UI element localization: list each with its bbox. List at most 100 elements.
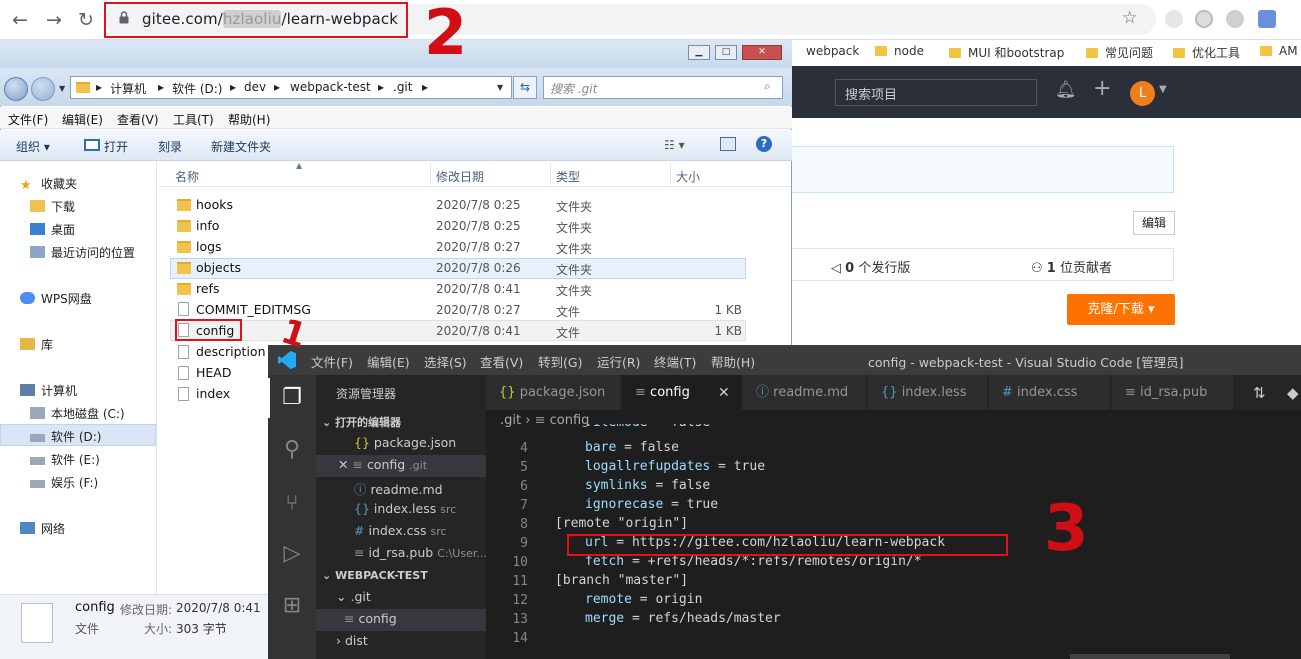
breadcrumb-dev[interactable]: dev	[244, 80, 266, 94]
close-icon[interactable]: ✕	[718, 385, 730, 401]
vs-menu-view[interactable]: 查看(V)	[480, 352, 523, 371]
bell-icon[interactable]: 🔔︎	[1055, 80, 1077, 100]
horizontal-scrollbar[interactable]	[1070, 654, 1230, 659]
minimize-button[interactable]: ▁	[688, 45, 710, 60]
breadcrumb-git[interactable]: .git	[393, 80, 412, 94]
menu-edit[interactable]: 编辑(E)	[62, 111, 103, 128]
vs-menu-selection[interactable]: 选择(S)	[424, 352, 467, 371]
extension-icon[interactable]	[1226, 10, 1244, 28]
vs-menu-edit[interactable]: 编辑(E)	[367, 352, 410, 371]
code-line[interactable]: bare = false	[585, 440, 679, 455]
tab-id-rsa[interactable]: ≡ id_rsa.pub	[1112, 375, 1234, 410]
tree-folder-dist[interactable]: › dist	[336, 633, 368, 648]
extensions-icon[interactable]: ⊞	[280, 594, 304, 618]
vs-menu-file[interactable]: 文件(F)	[311, 352, 353, 371]
open-editor-item[interactable]: {} index.less src	[354, 501, 456, 516]
burn-button[interactable]: 刻录	[158, 138, 182, 155]
open-editor-item[interactable]: # index.css src	[354, 523, 447, 538]
vs-menu-help[interactable]: 帮助(H)	[711, 352, 755, 371]
nav-network[interactable]: 网络	[20, 520, 65, 537]
git-action-icon[interactable]: ◆	[1287, 384, 1299, 402]
vs-menu-run[interactable]: 运行(R)	[597, 352, 640, 371]
nav-computer[interactable]: 计算机	[20, 382, 77, 399]
column-name[interactable]: 名称	[175, 168, 199, 185]
explorer-search-input[interactable]: 搜索 .git	[543, 76, 783, 99]
refresh-icon[interactable]: ⇆	[513, 76, 537, 99]
help-icon[interactable]: ?	[756, 136, 772, 152]
code-line[interactable]: merge = refs/heads/master	[585, 611, 781, 626]
breadcrumb-separator[interactable]: ▸	[378, 80, 384, 94]
project-header[interactable]: ⌄ WEBPACK-TEST	[322, 569, 428, 582]
tab-package-json[interactable]: {} package.json	[486, 375, 621, 410]
reload-icon[interactable]: ↻	[74, 8, 98, 32]
releases-stat[interactable]: ◁ 0 个发行版	[831, 257, 910, 276]
tree-folder-git[interactable]: ⌄ .git	[336, 589, 371, 604]
chevron-down-icon[interactable]: ▼	[1159, 84, 1167, 95]
code-line[interactable]: [remote "origin"]	[555, 516, 688, 531]
file-name[interactable]: index	[196, 386, 230, 401]
open-editor-item[interactable]: ≡ id_rsa.pub C:\User...	[354, 545, 487, 560]
forward-icon[interactable]: →	[42, 8, 66, 32]
forward-icon[interactable]	[31, 77, 55, 101]
breadcrumb-drive[interactable]: 软件 (D:)	[172, 80, 222, 97]
menu-help[interactable]: 帮助(H)	[228, 111, 270, 128]
bookmark-item[interactable]: 优化工具	[1173, 44, 1240, 61]
nav-library[interactable]: 库	[20, 336, 53, 353]
clone-download-button[interactable]: 克隆/下载 ▾	[1067, 294, 1175, 325]
code-line[interactable]: fetch = +refs/heads/*:refs/remotes/origi…	[585, 554, 922, 569]
edit-button[interactable]: 编辑	[1133, 211, 1175, 235]
compare-changes-icon[interactable]: ⇅	[1253, 384, 1266, 402]
code-line[interactable]: symlinks = false	[585, 478, 710, 493]
extension-icon[interactable]	[1165, 10, 1183, 28]
contributors-stat[interactable]: ⚇ 1 位贡献者	[1031, 257, 1112, 276]
file-name[interactable]: objects	[196, 260, 241, 275]
file-name[interactable]: hooks	[196, 197, 233, 212]
bookmark-item[interactable]: AM	[1260, 44, 1298, 58]
close-button[interactable]: ✕	[742, 45, 782, 60]
code-line[interactable]: remote = origin	[585, 592, 702, 607]
file-name[interactable]: logs	[196, 239, 222, 254]
column-divider[interactable]	[550, 163, 551, 185]
breadcrumb-project[interactable]: webpack-test	[290, 80, 371, 94]
search-icon[interactable]: ⌕	[764, 79, 771, 94]
tree-file-config[interactable]: ≡ config	[344, 611, 397, 626]
bookmark-item[interactable]: MUI 和bootstrap	[949, 44, 1064, 61]
chevron-down-icon[interactable]: ▼	[59, 84, 65, 93]
breadcrumb-computer[interactable]: 计算机	[110, 80, 146, 97]
new-folder-button[interactable]: 新建文件夹	[211, 138, 271, 155]
organize-button[interactable]: 组织 ▾	[16, 138, 50, 155]
back-icon[interactable]: ←	[8, 8, 32, 32]
file-name[interactable]: description	[196, 344, 266, 359]
view-options-icon[interactable]: ☷ ▾	[664, 138, 685, 152]
run-debug-icon[interactable]: ▷	[280, 542, 304, 566]
nav-recent[interactable]: 最近访问的位置	[30, 244, 135, 261]
open-icon[interactable]	[84, 139, 100, 151]
nav-favorites[interactable]: ★ 收藏夹	[20, 175, 77, 193]
star-icon[interactable]: ☆	[1122, 8, 1137, 28]
menu-file[interactable]: 文件(F)	[8, 111, 48, 128]
open-editor-item[interactable]: ✕ ≡ config .git	[338, 457, 427, 472]
bookmark-item[interactable]: 常见问题	[1086, 44, 1153, 61]
breadcrumb-separator[interactable]: ▸	[96, 80, 102, 94]
column-divider[interactable]	[430, 163, 431, 185]
vs-menu-go[interactable]: 转到(G)	[538, 352, 582, 371]
vs-menu-terminal[interactable]: 终端(T)	[654, 352, 696, 371]
column-type[interactable]: 类型	[556, 168, 580, 185]
source-control-icon[interactable]: ⑂	[280, 492, 304, 516]
code-line[interactable]: [branch "master"]	[555, 573, 688, 588]
menu-view[interactable]: 查看(V)	[117, 111, 159, 128]
file-name[interactable]: refs	[196, 281, 219, 296]
nav-desktop[interactable]: 桌面	[30, 221, 75, 238]
gitee-search-input[interactable]: 搜索项目	[835, 79, 1037, 106]
nav-wps[interactable]: WPS网盘	[20, 290, 92, 307]
tab-readme[interactable]: ⓘ readme.md	[743, 375, 867, 410]
column-date[interactable]: 修改日期	[436, 168, 484, 185]
file-name[interactable]: info	[196, 218, 219, 233]
column-size[interactable]: 大小	[676, 168, 700, 185]
maximize-button[interactable]: □	[715, 45, 737, 60]
chevron-down-icon[interactable]: ▼	[497, 83, 503, 92]
plus-icon[interactable]: +	[1093, 76, 1111, 101]
nav-disk-f[interactable]: 娱乐 (F:)	[30, 474, 98, 491]
files-icon[interactable]: ❐	[280, 386, 304, 410]
open-editor-item[interactable]: ⓘ readme.md	[354, 479, 443, 498]
